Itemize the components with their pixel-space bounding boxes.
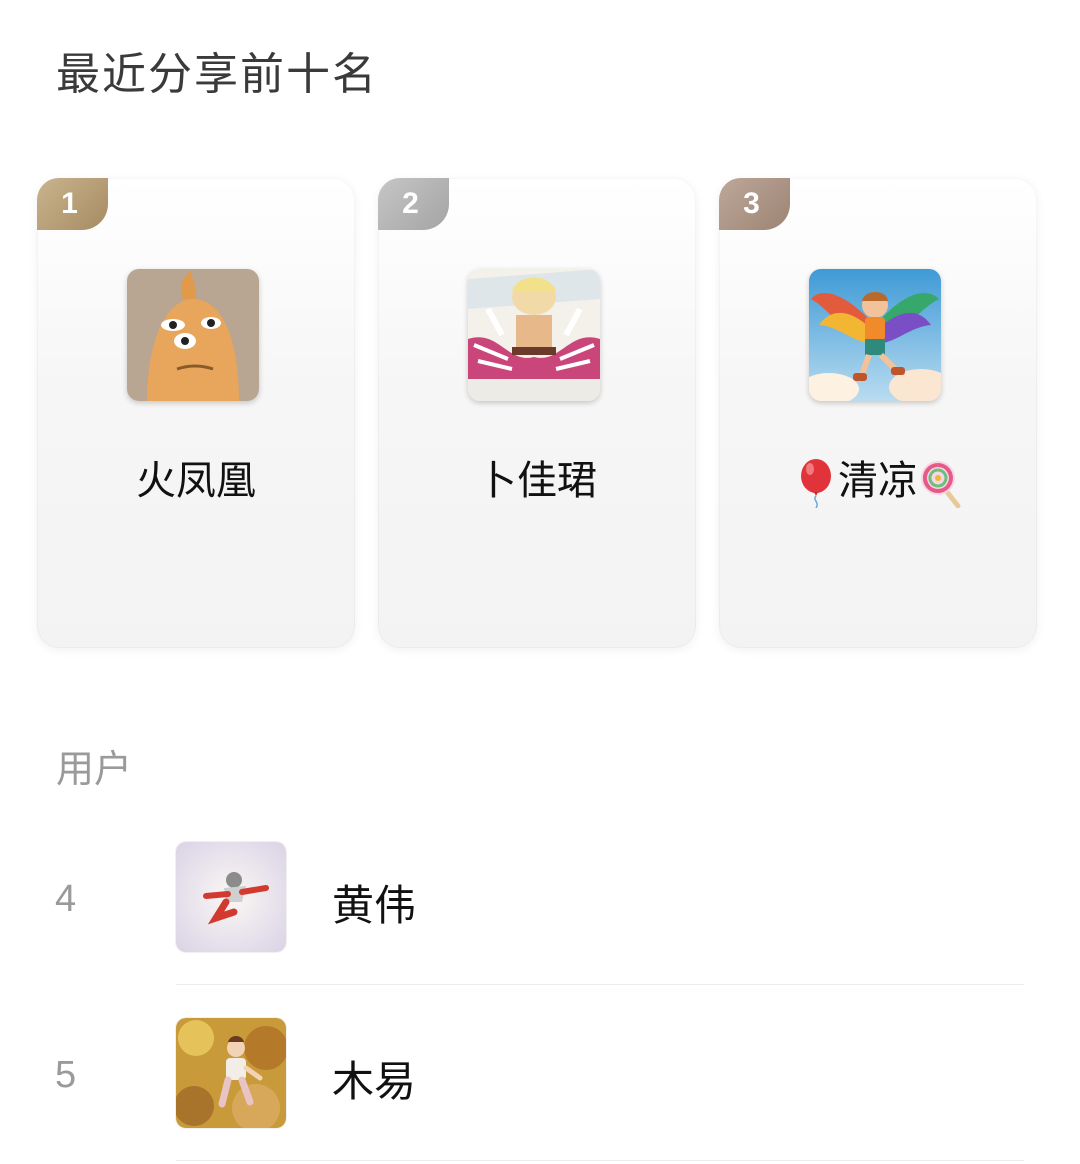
child-autumn-avatar[interactable] — [176, 1018, 286, 1128]
list-item-name: 木易 — [332, 1057, 417, 1106]
list-item-rank: 4 — [55, 878, 77, 920]
rank-badge-2: 2 — [378, 178, 449, 230]
page-title: 最近分享前十名 — [56, 49, 378, 100]
lollipop-icon — [918, 458, 962, 509]
list-item[interactable]: 5 木易 — [0, 986, 1080, 1162]
orange-blob-avatar[interactable] — [127, 269, 259, 401]
winged-boy-avatar[interactable] — [809, 269, 941, 401]
anime-character-avatar[interactable] — [468, 269, 600, 401]
list-item[interactable]: 4 黄伟 — [0, 810, 1080, 986]
list-item-name: 黄伟 — [332, 881, 417, 930]
row-divider — [176, 984, 1024, 985]
rank-badge-1: 1 — [37, 178, 108, 230]
balloon-icon — [794, 458, 838, 509]
podium-name-3: 清凉 — [719, 448, 1037, 509]
users-section-label: 用户 — [56, 747, 133, 791]
podium-name-2: 卜佳珺 — [477, 458, 597, 504]
podium-card-1[interactable]: 1 火凤凰 — [37, 178, 355, 648]
rank-badge-3: 3 — [719, 178, 790, 230]
flying-figure-avatar[interactable] — [176, 842, 286, 952]
podium-card-2[interactable]: 2 卜佳珺 — [378, 178, 696, 648]
podium-name-1: 火凤凰 — [136, 458, 256, 504]
list-item-rank: 5 — [55, 1054, 77, 1096]
row-divider — [176, 1160, 1024, 1161]
podium-card-3[interactable]: 3 清凉 — [719, 178, 1037, 648]
